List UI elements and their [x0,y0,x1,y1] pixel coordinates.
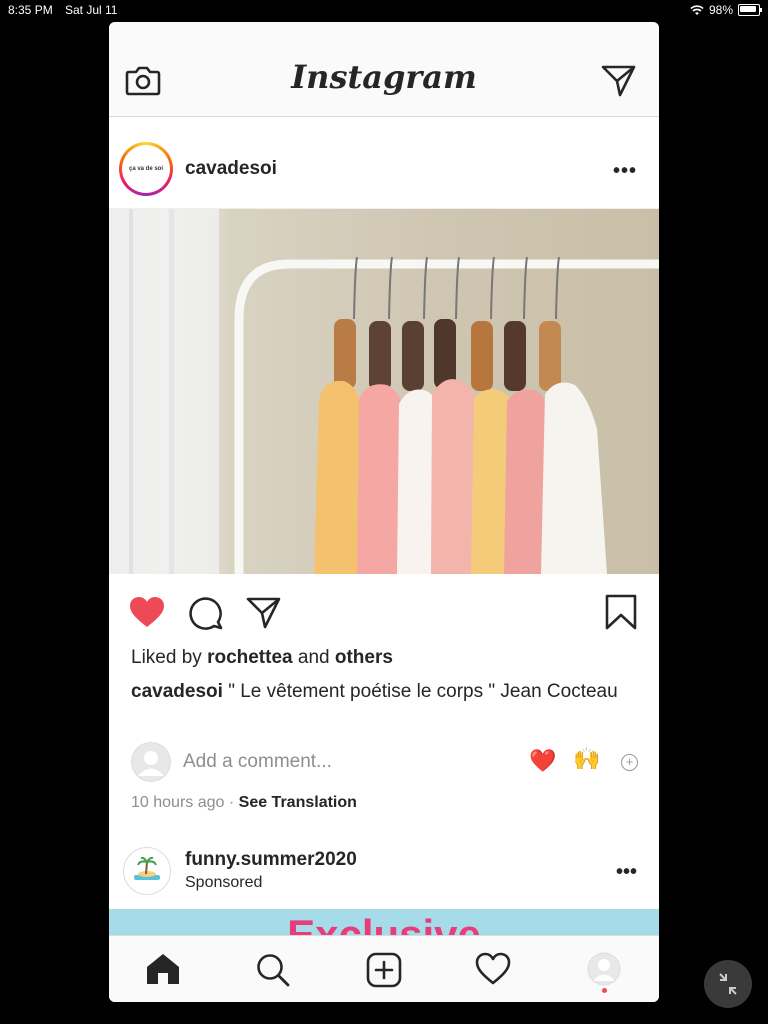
island-icon [134,856,160,880]
add-emoji-icon[interactable]: + [621,754,638,771]
status-right: 98% [690,3,762,17]
default-avatar-icon [138,751,164,776]
post-time: 10 hours ago [131,794,225,811]
post-avatar[interactable]: ça va de soi [119,142,173,196]
search-icon[interactable] [255,952,291,988]
wifi-icon [690,4,704,15]
like-heart-icon[interactable] [129,596,165,628]
comment-input[interactable]: Add a comment... [183,751,332,773]
instagram-logo: Instagram [291,58,477,96]
liked-by-user[interactable]: rochettea [207,647,293,668]
quick-raised-hands-emoji[interactable]: 🙌 [573,746,600,772]
post-username[interactable]: cavadesoi [185,158,277,180]
bottom-tab-bar [109,935,659,1002]
new-post-icon[interactable] [366,952,402,988]
avatar-label: ça va de soi [122,145,170,193]
comment-icon[interactable] [189,596,223,630]
collapse-arrows-icon [719,973,737,995]
likes-line: Liked by rochettea and others [131,647,393,669]
status-time: 8:35 PM [8,3,53,17]
post-photo[interactable] [109,209,659,574]
top-header: Instagram [109,22,659,117]
instagram-app: Instagram ça va de soi cavadesoi ••• Lik… [109,22,659,1002]
sponsor-username[interactable]: funny.summer2020 [185,849,357,871]
sponsored-label: Sponsored [185,874,263,891]
notification-dot [602,988,607,993]
clothing-rack-image [109,209,659,574]
meta-separator: · [228,794,235,811]
quick-heart-emoji[interactable]: ❤️ [529,748,556,774]
see-translation-link[interactable]: See Translation [239,794,357,811]
post-actions [109,582,659,642]
share-icon[interactable] [246,596,282,630]
more-options-icon[interactable]: ••• [613,160,637,183]
sponsor-avatar[interactable] [123,847,171,895]
liked-by-others[interactable]: others [335,647,393,668]
bookmark-icon[interactable] [605,594,637,630]
battery-icon [738,4,762,16]
liked-by-and: and [297,647,330,668]
post-header: ça va de soi cavadesoi ••• [109,116,659,209]
more-options-icon-2[interactable]: ••• [616,861,637,884]
liked-by-prefix: Liked by [131,647,202,668]
caption-username[interactable]: cavadesoi [131,681,223,702]
post-meta: 10 hours ago · See Translation [131,794,357,812]
post-caption: cavadesoi " Le vêtement poétise le corps… [131,680,641,704]
direct-send-icon[interactable] [601,64,637,98]
caption-text: " Le vêtement poétise le corps " Jean Co… [228,681,618,702]
add-comment-row: Add a comment... ❤️ 🙌 + [131,742,641,782]
activity-icon[interactable] [475,952,511,986]
sponsored-post-header: funny.summer2020 Sponsored ••• [109,837,659,909]
user-avatar [131,742,171,782]
status-date: Sat Jul 11 [65,3,118,17]
profile-icon[interactable] [587,952,621,986]
battery-percent: 98% [708,3,733,17]
minimize-button[interactable] [704,960,752,1008]
status-bar: 8:35 PM Sat Jul 11 98% [0,0,768,20]
home-icon[interactable] [145,952,181,986]
